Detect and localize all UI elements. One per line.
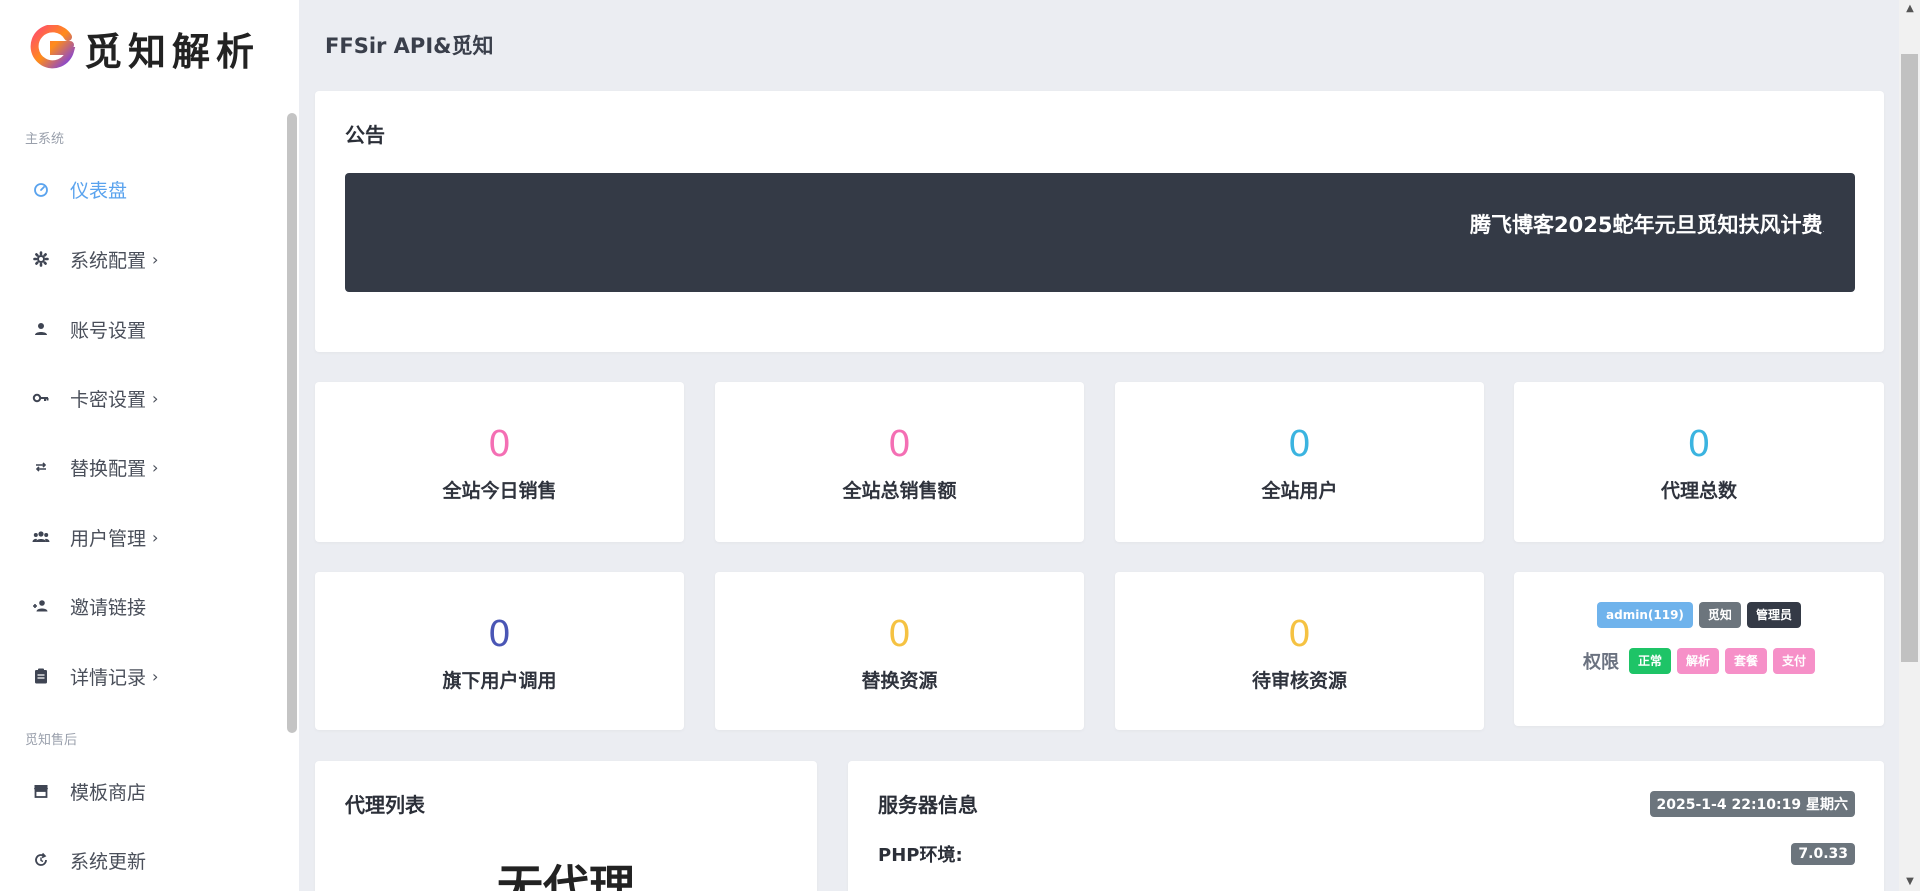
sidebar-item-template-store[interactable]: 模板商店	[30, 775, 146, 807]
chevron-right-icon: ›	[152, 249, 159, 269]
stat-card-today-sales: 0 全站今日销售	[315, 382, 684, 542]
user-icon	[30, 318, 52, 340]
server-php-value: 7.0.33	[1791, 843, 1855, 865]
stat-label: 待审核资源	[1251, 670, 1347, 692]
sidebar-item-dashboard[interactable]: 仪表盘	[30, 173, 127, 205]
sidebar-item-user-management[interactable]: 用户管理 ›	[30, 521, 158, 553]
sidebar-section-after-sales: 觅知售后	[25, 733, 78, 748]
stat-card-total-agents: 0 代理总数	[1514, 382, 1884, 542]
stat-label: 旗下用户调用	[442, 670, 557, 692]
stat-value: 0	[488, 424, 511, 465]
top-header: FFSir API&觅知	[299, 0, 1899, 88]
store-icon	[30, 780, 52, 802]
sidebar-item-label: 模板商店	[70, 781, 147, 804]
page-title: FFSir API&觅知	[325, 34, 494, 58]
stat-card-total-users: 0 全站用户	[1115, 382, 1484, 542]
sidebar-item-label: 卡密设置	[70, 388, 147, 411]
brand-name: 觅知解析	[84, 28, 261, 74]
sidebar-item-label: 邀请链接	[70, 596, 147, 619]
gear-icon	[30, 248, 52, 270]
chevron-right-icon: ›	[152, 527, 159, 547]
perm-badge-package: 套餐	[1725, 648, 1768, 674]
stat-label: 全站今日销售	[442, 480, 557, 502]
stat-card-pending-review: 0 待审核资源	[1115, 572, 1484, 730]
page-scrollbar-thumb[interactable]	[1901, 54, 1918, 662]
sidebar-item-system-update[interactable]: 系统更新	[30, 844, 146, 876]
sidebar-item-invite-link[interactable]: 邀请链接	[30, 590, 146, 622]
stat-value: 0	[888, 614, 911, 655]
key-icon	[30, 387, 52, 409]
notice-card: 公告 腾飞博客2025蛇年元旦觅知扶风计费系统	[315, 91, 1884, 352]
stat-card-total-sales: 0 全站总销售额	[715, 382, 1084, 542]
notice-title: 公告	[345, 123, 385, 147]
server-info-card: 服务器信息 2025-1-4 22:10:19 星期六 PHP环境: 7.0.3…	[848, 761, 1884, 891]
perm-badge-parse: 解析	[1676, 648, 1719, 674]
logo-icon	[30, 25, 76, 69]
stat-card-sub-user-calls: 0 旗下用户调用	[315, 572, 684, 730]
perm-badge-normal: 正常	[1628, 648, 1671, 674]
account-site-badge: 觅知	[1698, 602, 1741, 628]
permission-label: 权限	[1582, 652, 1619, 673]
sidebar-item-label: 详情记录	[70, 666, 147, 689]
sidebar-item-label: 用户管理	[70, 527, 147, 550]
sidebar-item-replace-config[interactable]: 替换配置 ›	[30, 451, 158, 483]
sidebar-item-label: 系统更新	[70, 850, 147, 873]
sidebar: 觅知解析 主系统 仪表盘 系统配置 › 账号设置 卡密设置 › 替换配置 › 用…	[0, 0, 299, 891]
stat-value: 0	[1288, 614, 1311, 655]
account-name-badge: admin(119)	[1597, 602, 1693, 628]
swap-icon	[30, 456, 52, 478]
scroll-up-icon[interactable]: ▲	[1904, 3, 1916, 15]
sidebar-item-label: 仪表盘	[70, 179, 128, 202]
agent-list-empty: 无代理	[497, 860, 635, 891]
stat-label: 全站总销售额	[842, 480, 957, 502]
refresh-icon	[30, 849, 52, 871]
server-php-label: PHP环境:	[878, 845, 963, 866]
scroll-down-icon[interactable]: ▼	[1904, 876, 1916, 888]
chevron-right-icon: ›	[152, 666, 159, 686]
stat-label: 全站用户	[1261, 480, 1338, 502]
sidebar-section-main: 主系统	[25, 132, 65, 147]
agent-list-title: 代理列表	[345, 793, 425, 817]
users-icon	[30, 526, 52, 548]
notice-text: 腾飞博客2025蛇年元旦觅知扶风计费系统	[1470, 213, 1824, 237]
stat-value: 0	[1687, 424, 1711, 465]
clipboard-icon	[30, 665, 52, 687]
account-badges: admin(119) 觅知 管理员	[1514, 602, 1884, 628]
stat-value: 0	[888, 424, 911, 465]
perm-badge-payment: 支付	[1773, 648, 1816, 674]
agent-list-card: 代理列表 无代理	[315, 761, 817, 891]
server-datetime-badge: 2025-1-4 22:10:19 星期六	[1649, 791, 1855, 817]
sidebar-item-detail-records[interactable]: 详情记录 ›	[30, 660, 158, 692]
sidebar-scrollbar[interactable]	[287, 113, 297, 733]
stat-value: 0	[488, 614, 511, 655]
sidebar-item-label: 替换配置	[70, 457, 147, 480]
permission-badges: 权限 正常 解析 套餐 支付	[1514, 648, 1884, 674]
chevron-right-icon: ›	[152, 388, 159, 408]
brand-logo[interactable]: 觅知解析	[30, 20, 260, 76]
notice-marquee: 腾飞博客2025蛇年元旦觅知扶风计费系统	[345, 173, 1855, 292]
sidebar-item-label: 系统配置	[70, 249, 147, 272]
stat-card-replace-resources: 0 替换资源	[715, 572, 1084, 730]
sidebar-item-label: 账号设置	[70, 319, 147, 342]
sidebar-item-card-settings[interactable]: 卡密设置 ›	[30, 382, 158, 414]
chevron-right-icon: ›	[152, 457, 159, 477]
sidebar-item-account-settings[interactable]: 账号设置	[30, 313, 146, 345]
sidebar-item-system-config[interactable]: 系统配置 ›	[30, 243, 158, 275]
account-role-badge: 管理员	[1746, 602, 1801, 628]
gauge-icon	[30, 178, 52, 200]
account-info-card: admin(119) 觅知 管理员 权限 正常 解析 套餐 支付	[1514, 572, 1884, 726]
stat-value: 0	[1288, 424, 1311, 465]
user-plus-icon	[30, 595, 52, 617]
stat-label: 替换资源	[861, 670, 938, 692]
stat-label: 代理总数	[1660, 480, 1737, 502]
main-content: FFSir API&觅知 公告 腾飞博客2025蛇年元旦觅知扶风计费系统 0 全…	[299, 0, 1899, 891]
server-info-title: 服务器信息	[878, 793, 978, 817]
